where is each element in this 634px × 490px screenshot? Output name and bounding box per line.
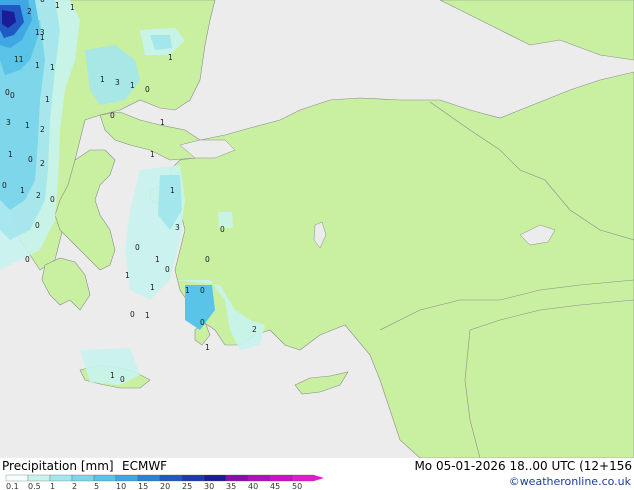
- precipitation-map: 1102111111300113100131210201201130001011…: [0, 0, 634, 458]
- point-value: 1: [168, 53, 173, 62]
- point-value: 1: [125, 271, 130, 280]
- legend-label: 45: [270, 482, 280, 490]
- legend-box: [269, 474, 293, 482]
- legend-box: [5, 474, 29, 482]
- point-value: 1: [150, 283, 155, 292]
- point-value: 1: [185, 286, 190, 295]
- map-title: Precipitation [mm]: [2, 459, 114, 473]
- legend-box: [247, 474, 271, 482]
- point-value: 0: [165, 265, 170, 274]
- legend-box: [225, 474, 249, 482]
- point-value: 1: [20, 186, 25, 195]
- point-value: 3: [115, 78, 120, 87]
- point-value: 1: [100, 75, 105, 84]
- point-value: 2: [36, 191, 41, 200]
- point-value: 0: [35, 221, 40, 230]
- land-levant: [464, 299, 634, 458]
- point-value: 0: [145, 85, 150, 94]
- legend-label: 0.1: [6, 482, 19, 490]
- legend-box: [49, 474, 73, 482]
- point-value: 0: [200, 318, 205, 327]
- legend-label: 35: [226, 482, 236, 490]
- point-value: 1: [70, 3, 75, 12]
- point-value: 0: [28, 155, 33, 164]
- point-value: 0: [25, 255, 30, 264]
- point-value: 2: [40, 125, 45, 134]
- point-value: 2: [40, 159, 45, 168]
- legend-box: [181, 474, 205, 482]
- legend-color-boxes: [5, 474, 324, 482]
- point-value: 1: [155, 255, 160, 264]
- point-value: 1: [25, 121, 30, 130]
- point-value: 0: [50, 195, 55, 204]
- point-value: 0: [10, 91, 15, 100]
- point-value: 1: [205, 343, 210, 352]
- legend-label: 1: [50, 482, 55, 490]
- legend-labels: 0.1 0.5 1 2 5 10 15 20 25 30 35 40 45 50: [6, 482, 302, 490]
- point-value: 13: [35, 28, 45, 37]
- point-value: 1: [110, 371, 115, 380]
- legend-label: 10: [116, 482, 126, 490]
- legend-box: [291, 474, 315, 482]
- point-value: 1: [160, 118, 165, 127]
- point-value: 0: [135, 243, 140, 252]
- legend-label: 20: [160, 482, 170, 490]
- point-value: 0: [2, 181, 7, 190]
- point-value: 1: [50, 63, 55, 72]
- point-value: 2: [252, 325, 257, 334]
- site-credit-link[interactable]: ©weatheronline.co.uk: [509, 475, 631, 489]
- point-value: 0: [40, 0, 45, 4]
- legend-label: 2: [72, 482, 77, 490]
- legend-label: 30: [204, 482, 214, 490]
- legend-box: [115, 474, 139, 482]
- legend-label: 5: [94, 482, 99, 490]
- point-value: 0: [220, 225, 225, 234]
- model-name: ECMWF: [122, 459, 168, 473]
- legend-box: [93, 474, 117, 482]
- point-value: 1: [170, 186, 175, 195]
- point-value: 1: [35, 61, 40, 70]
- point-value: 1: [8, 150, 13, 159]
- point-value: 3: [6, 118, 11, 127]
- legend-label: 15: [138, 482, 148, 490]
- legend-box: [71, 474, 95, 482]
- valid-time: Mo 05-01-2026 18..00 UTC (12+156: [414, 459, 632, 473]
- legend-label: 40: [248, 482, 258, 490]
- legend-label: 50: [292, 482, 302, 490]
- point-value: 1: [130, 81, 135, 90]
- legend-box: [159, 474, 183, 482]
- point-value: 1: [55, 1, 60, 10]
- legend-label: 25: [182, 482, 192, 490]
- legend-box: [137, 474, 161, 482]
- point-value: 0: [120, 375, 125, 384]
- point-value: 0: [200, 286, 205, 295]
- point-value: 1: [150, 150, 155, 159]
- point-value: 0: [205, 255, 210, 264]
- point-value: 0: [110, 111, 115, 120]
- point-value: 0: [130, 310, 135, 319]
- color-legend: 0.1 0.5 1 2 5 10 15 20 25 30 35 40 45 50: [5, 474, 324, 490]
- point-value: 11: [14, 55, 24, 64]
- point-value: 1: [145, 311, 150, 320]
- legend-box: [27, 474, 51, 482]
- point-value: 3: [175, 223, 180, 232]
- point-value: 1: [45, 95, 50, 104]
- legend-box: [203, 474, 227, 482]
- legend-arrow: [314, 475, 324, 481]
- point-value: 2: [27, 7, 32, 16]
- legend-label: 0.5: [28, 482, 41, 490]
